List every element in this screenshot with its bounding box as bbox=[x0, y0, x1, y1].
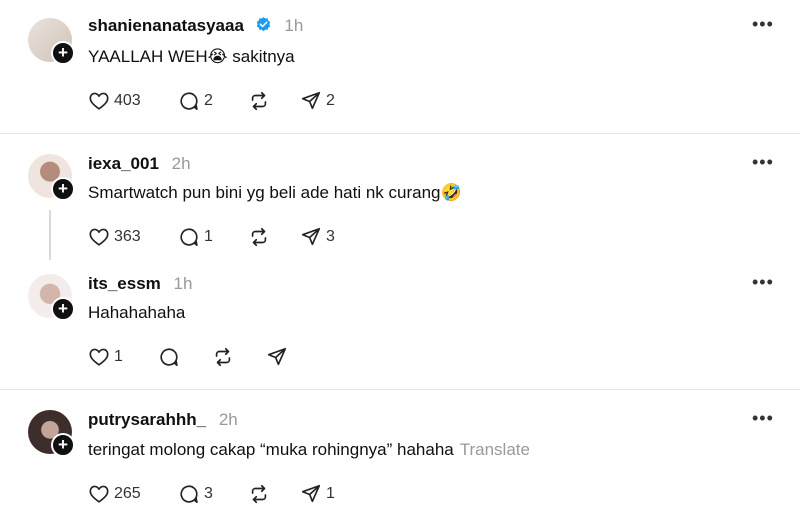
timestamp: 2h bbox=[218, 410, 238, 429]
repost-icon bbox=[212, 346, 234, 368]
like-button[interactable]: 363 bbox=[88, 225, 141, 249]
share-button[interactable]: 1 bbox=[300, 482, 335, 506]
post-text: teringat molong cakap “muka rohingnya” h… bbox=[88, 440, 530, 460]
username-text[interactable]: iexa_001 bbox=[88, 154, 159, 173]
comment-icon bbox=[178, 483, 200, 505]
post-1: + shanienanatasyaaa 1h ••• YAALLAH WEH😭 … bbox=[0, 0, 800, 133]
like-button[interactable]: 403 bbox=[88, 89, 141, 113]
repost-icon bbox=[248, 226, 270, 248]
like-count: 1 bbox=[114, 348, 123, 365]
username-text[interactable]: shanienanatasyaaa bbox=[88, 16, 244, 35]
username-text[interactable]: its_essm bbox=[88, 274, 161, 293]
heart-icon bbox=[88, 483, 110, 505]
share-button[interactable] bbox=[266, 345, 288, 369]
more-icon[interactable]: ••• bbox=[752, 14, 774, 35]
share-count: 2 bbox=[326, 92, 335, 109]
repost-icon bbox=[248, 483, 270, 505]
post-4: + putrysarahhh_ 2h ••• teringat molong c… bbox=[0, 390, 800, 524]
share-count: 3 bbox=[326, 228, 335, 245]
repost-icon bbox=[248, 90, 270, 112]
avatar[interactable]: + bbox=[28, 18, 75, 65]
thread-line bbox=[49, 210, 51, 260]
repost-button[interactable] bbox=[212, 345, 234, 369]
comment-icon bbox=[158, 346, 180, 368]
share-count: 1 bbox=[326, 485, 335, 502]
more-icon[interactable]: ••• bbox=[752, 272, 774, 293]
username[interactable]: iexa_001 2h bbox=[88, 154, 191, 174]
reply-count: 1 bbox=[204, 228, 213, 245]
comment-icon bbox=[178, 90, 200, 112]
timestamp: 1h bbox=[284, 16, 304, 35]
post-2: + iexa_001 2h ••• Smartwatch pun bini yg… bbox=[0, 134, 800, 254]
like-button[interactable]: 265 bbox=[88, 482, 141, 506]
like-button[interactable]: 1 bbox=[88, 345, 123, 369]
plus-icon[interactable]: + bbox=[51, 41, 75, 65]
like-count: 403 bbox=[114, 92, 141, 109]
avatar[interactable]: + bbox=[28, 410, 75, 457]
plus-icon[interactable]: + bbox=[51, 177, 75, 201]
repost-button[interactable] bbox=[248, 225, 270, 249]
username[interactable]: its_essm 1h bbox=[88, 274, 192, 294]
plus-icon[interactable]: + bbox=[51, 297, 75, 321]
more-icon[interactable]: ••• bbox=[752, 152, 774, 173]
heart-icon bbox=[88, 346, 110, 368]
post-text: Smartwatch pun bini yg beli ade hati nk … bbox=[88, 183, 462, 202]
send-icon bbox=[300, 226, 322, 248]
heart-icon bbox=[88, 226, 110, 248]
username-text[interactable]: putrysarahhh_ bbox=[88, 410, 206, 429]
timestamp: 2h bbox=[171, 154, 191, 173]
post-text: YAALLAH WEH😭 sakitnya bbox=[88, 47, 295, 66]
post-3: + its_essm 1h ••• Hahahahaha 1 bbox=[0, 256, 800, 389]
username[interactable]: shanienanatasyaaa 1h bbox=[88, 16, 303, 36]
verified-badge-icon bbox=[256, 17, 270, 32]
reply-button[interactable]: 3 bbox=[178, 482, 213, 506]
more-icon[interactable]: ••• bbox=[752, 408, 774, 429]
share-button[interactable]: 2 bbox=[300, 89, 335, 113]
reply-count: 2 bbox=[204, 92, 213, 109]
like-count: 265 bbox=[114, 485, 141, 502]
like-count: 363 bbox=[114, 228, 141, 245]
send-icon bbox=[300, 483, 322, 505]
comment-icon bbox=[178, 226, 200, 248]
translate-link[interactable]: Translate bbox=[460, 440, 530, 459]
reply-button[interactable] bbox=[158, 345, 180, 369]
reply-count: 3 bbox=[204, 485, 213, 502]
post-text: Hahahahaha bbox=[88, 303, 186, 322]
post-text-body: teringat molong cakap “muka rohingnya” h… bbox=[88, 440, 454, 459]
avatar[interactable]: + bbox=[28, 274, 75, 321]
reply-button[interactable]: 1 bbox=[178, 225, 213, 249]
share-button[interactable]: 3 bbox=[300, 225, 335, 249]
send-icon bbox=[300, 90, 322, 112]
repost-button[interactable] bbox=[248, 482, 270, 506]
avatar[interactable]: + bbox=[28, 154, 75, 201]
heart-icon bbox=[88, 90, 110, 112]
username[interactable]: putrysarahhh_ 2h bbox=[88, 410, 238, 430]
repost-button[interactable] bbox=[248, 89, 270, 113]
send-icon bbox=[266, 346, 288, 368]
reply-button[interactable]: 2 bbox=[178, 89, 213, 113]
plus-icon[interactable]: + bbox=[51, 433, 75, 457]
timestamp: 1h bbox=[173, 274, 193, 293]
